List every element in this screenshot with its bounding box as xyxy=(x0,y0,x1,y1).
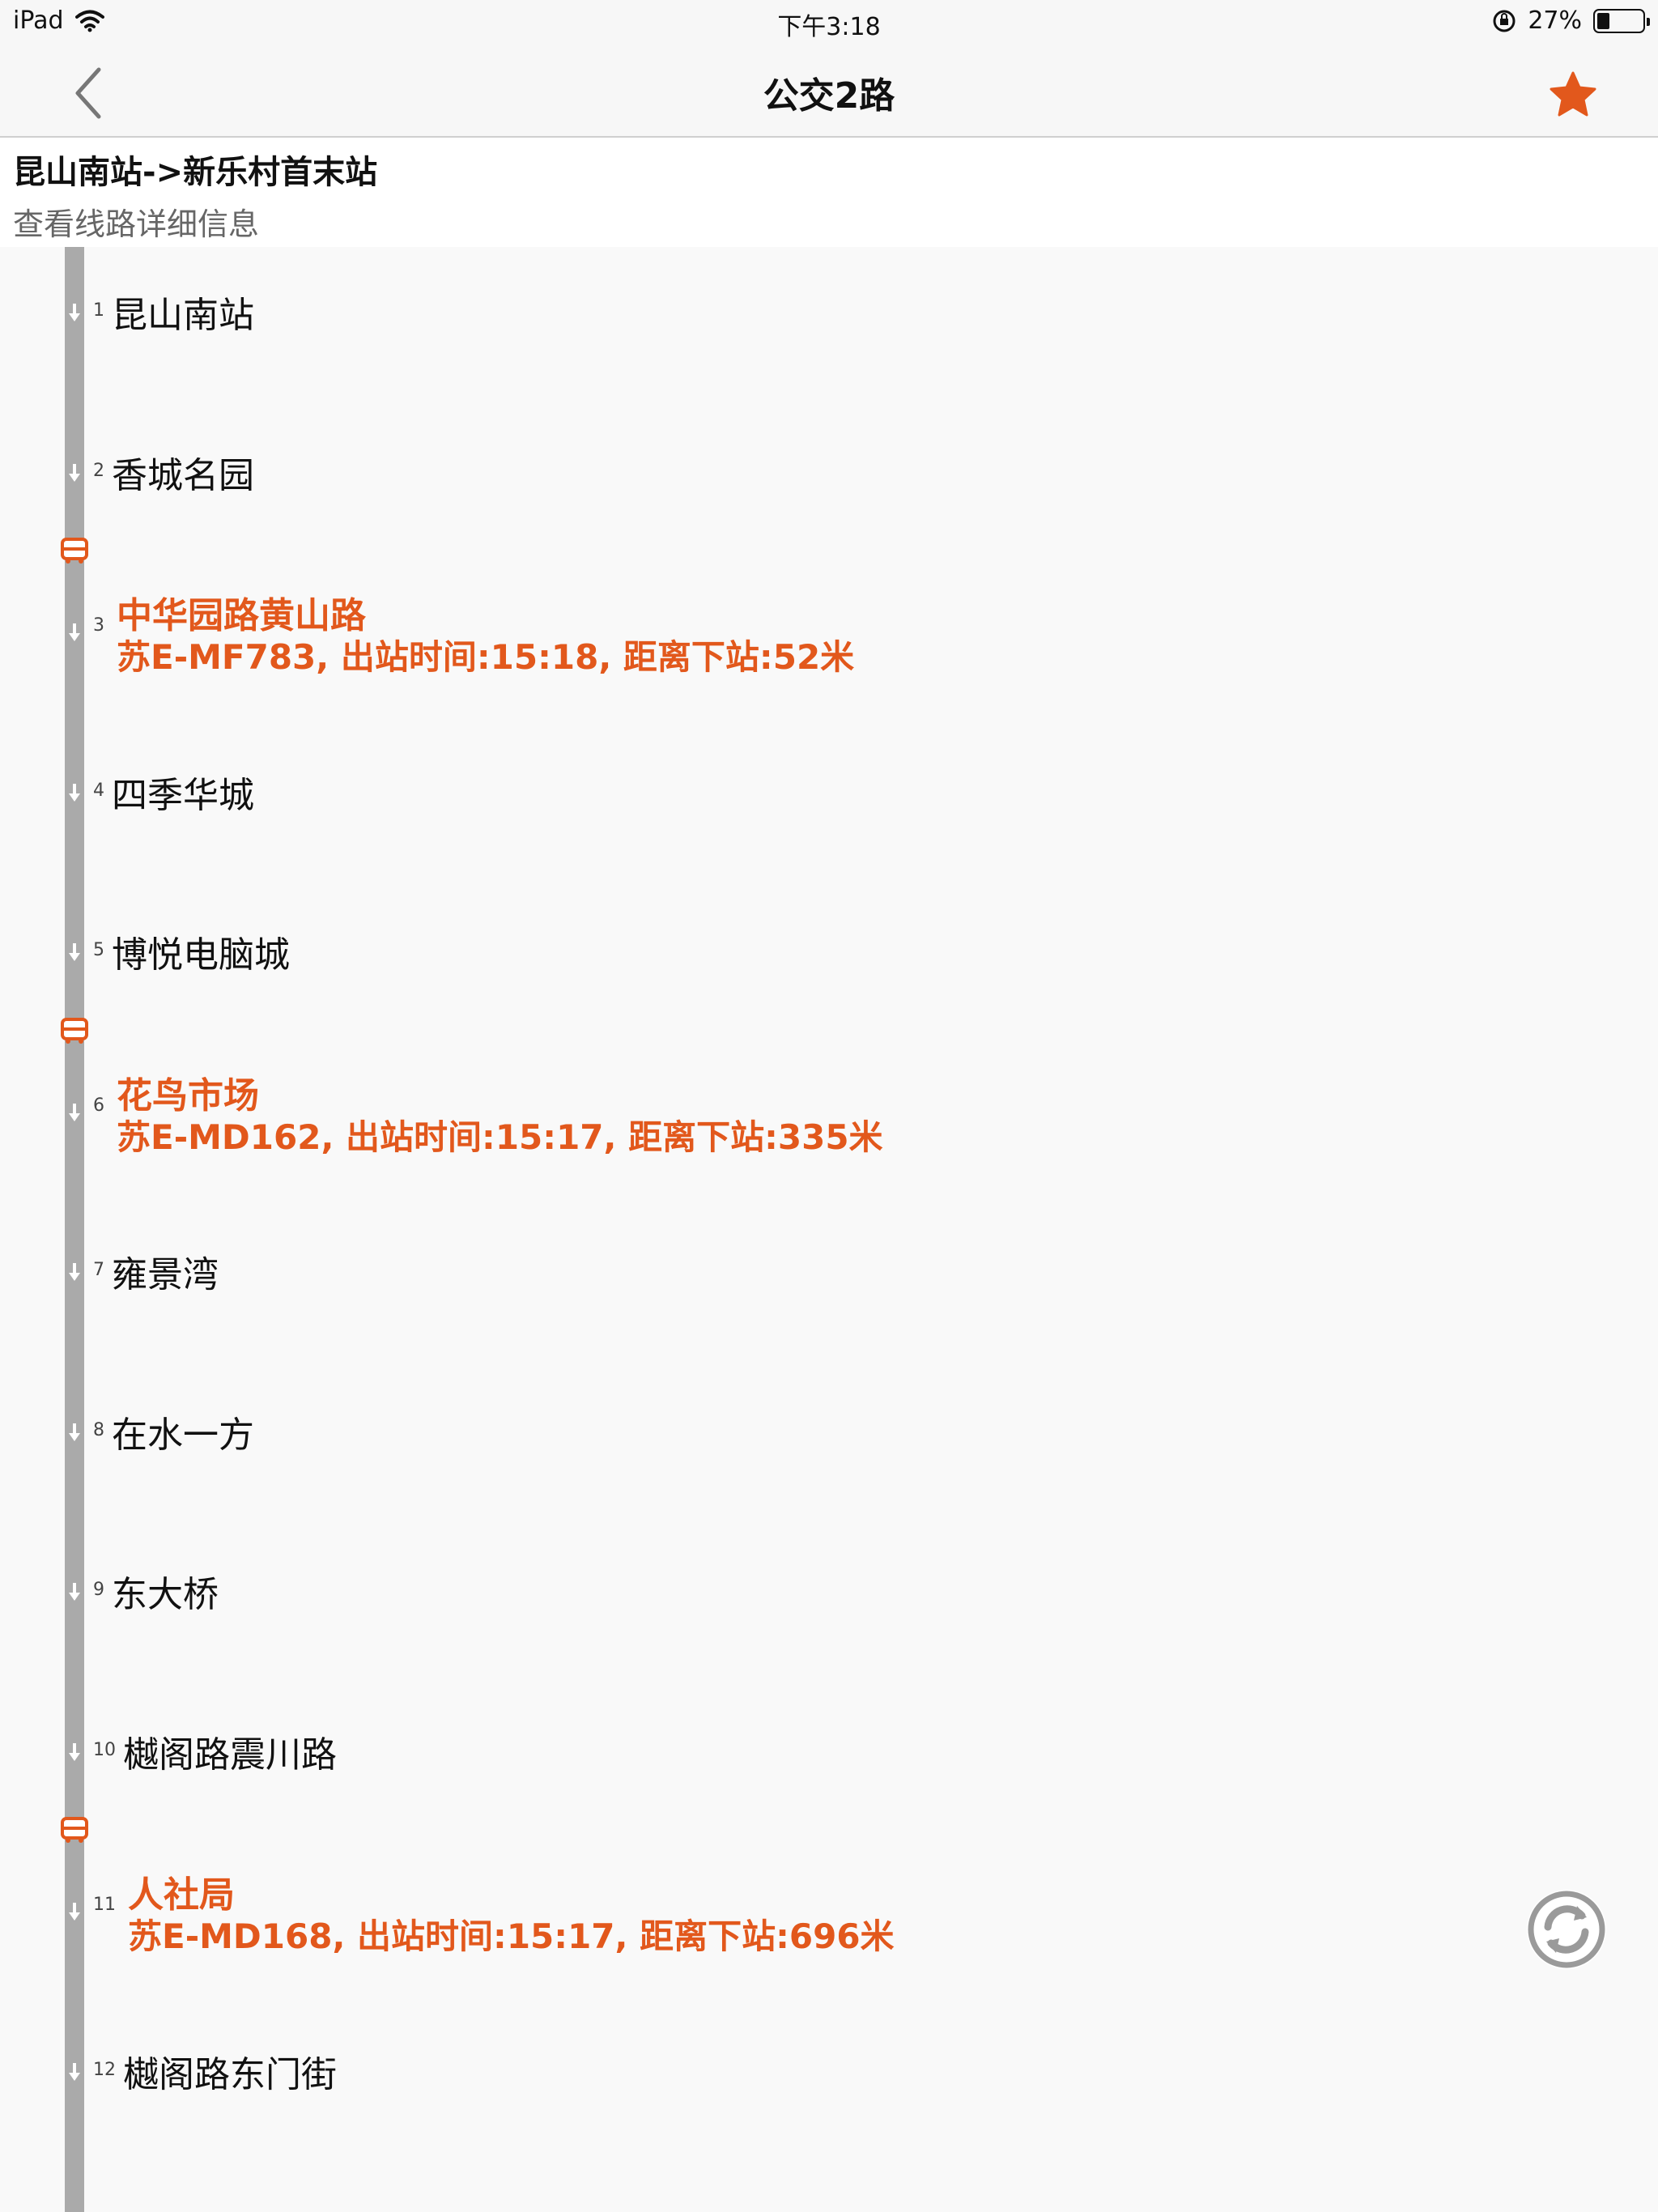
refresh-button[interactable] xyxy=(1527,1890,1606,1969)
down-arrow-icon xyxy=(69,304,80,321)
stop-number: 9 xyxy=(93,1580,104,1600)
route-header: 昆山南站->新乐村首末站 查看线路详细信息 xyxy=(0,138,1658,247)
stop-number: 4 xyxy=(93,781,104,801)
status-right: 27% xyxy=(1492,6,1650,35)
status-time: 下午3:18 xyxy=(777,13,881,41)
stop-name: 人社局 xyxy=(128,1874,235,1916)
down-arrow-icon xyxy=(69,464,80,482)
nav-bar: 公交2路 xyxy=(0,45,1658,138)
down-arrow-icon xyxy=(69,943,80,961)
stop-row[interactable]: 7 雍景湾 xyxy=(0,1223,1658,1320)
stop-number: 12 xyxy=(93,2060,116,2080)
favorite-star-icon[interactable] xyxy=(1548,70,1598,120)
stop-number: 1 xyxy=(93,300,104,321)
stop-row[interactable]: 6 苏E-MD162, 出站时间:15:17, 距离下站:335米 花鸟市场 xyxy=(0,1063,1658,1160)
stop-name: 樾阁路震川路 xyxy=(123,1734,337,1776)
battery-percent: 27% xyxy=(1528,6,1582,35)
bus-icon xyxy=(61,1018,88,1044)
stop-number: 2 xyxy=(93,461,104,481)
stop-row[interactable]: 10 樾阁路震川路 xyxy=(0,1703,1658,1800)
stop-number: 5 xyxy=(93,940,104,960)
battery-icon xyxy=(1593,8,1650,33)
down-arrow-icon xyxy=(69,2063,80,2081)
page-title: 公交2路 xyxy=(763,75,895,117)
stop-number: 3 xyxy=(93,615,104,636)
stop-name: 博悦电脑城 xyxy=(112,934,290,976)
stop-number: 10 xyxy=(93,1740,116,1760)
battery-fill xyxy=(1597,12,1609,29)
stop-name: 花鸟市场 xyxy=(117,1075,259,1117)
down-arrow-icon xyxy=(69,1583,80,1601)
stop-name: 东大桥 xyxy=(112,1574,219,1615)
bus-icon xyxy=(61,538,88,564)
stop-name: 在水一方 xyxy=(112,1414,254,1456)
stop-row[interactable]: 5 博悦电脑城 xyxy=(0,903,1658,1000)
stop-name: 香城名园 xyxy=(112,455,254,496)
stop-name: 雍景湾 xyxy=(112,1254,219,1295)
stop-number: 6 xyxy=(93,1095,104,1116)
stop-row[interactable]: 11 苏E-MD168, 出站时间:15:17, 距离下站:696米 人社局 xyxy=(0,1862,1658,1959)
stop-name: 樾阁路东门街 xyxy=(123,2054,337,2095)
stop-name: 昆山南站 xyxy=(112,295,254,336)
stop-row[interactable]: 9 东大桥 xyxy=(0,1542,1658,1640)
down-arrow-icon xyxy=(69,1743,80,1761)
stop-row[interactable]: 4 四季华城 xyxy=(0,743,1658,840)
stop-row[interactable]: 2 香城名园 xyxy=(0,423,1658,521)
stop-row[interactable]: 1 昆山南站 xyxy=(0,263,1658,360)
stop-name: 中华园路黄山路 xyxy=(117,595,366,636)
down-arrow-icon xyxy=(69,623,80,641)
orientation-lock-icon xyxy=(1493,10,1516,32)
stop-number: 11 xyxy=(93,1895,116,1915)
down-arrow-icon xyxy=(69,784,80,802)
route-detail-link[interactable]: 查看线路详细信息 xyxy=(13,199,259,244)
stop-row[interactable]: 8 在水一方 xyxy=(0,1383,1658,1480)
route-name: 昆山南站->新乐村首末站 xyxy=(13,154,378,191)
down-arrow-icon xyxy=(69,1423,80,1441)
stop-name: 四季华城 xyxy=(112,775,254,816)
stop-number: 8 xyxy=(93,1420,104,1440)
status-bar: iPad 下午3:18 27% xyxy=(0,0,1658,45)
refresh-icon xyxy=(1528,1891,1605,1968)
bus-arrival-info: 苏E-MD168, 出站时间:15:17, 距离下站:696米 xyxy=(128,1916,895,1956)
bus-icon xyxy=(61,1817,88,1843)
down-arrow-icon xyxy=(69,1104,80,1121)
down-arrow-icon xyxy=(69,1903,80,1921)
stop-row[interactable]: 12 樾阁路东门街 xyxy=(0,2023,1658,2120)
stop-row[interactable]: 3 苏E-MF783, 出站时间:15:18, 距离下站:52米 中华园路黄山路 xyxy=(0,583,1658,680)
down-arrow-icon xyxy=(69,1263,80,1281)
stop-number: 7 xyxy=(93,1260,104,1280)
